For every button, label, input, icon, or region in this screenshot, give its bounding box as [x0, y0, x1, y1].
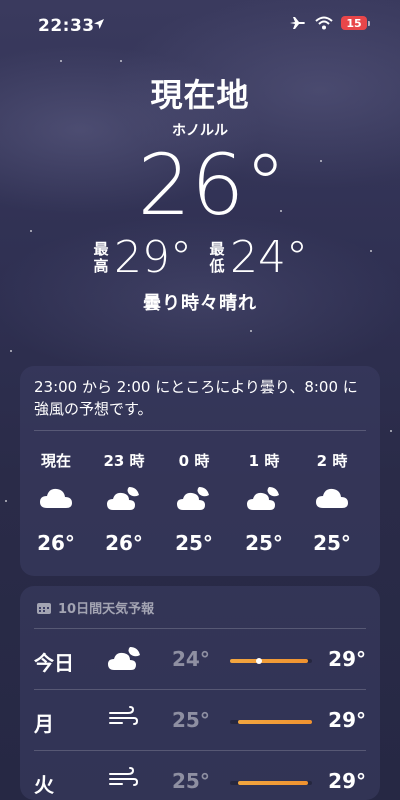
temperature-range-fill [238, 720, 312, 724]
day-high: 29° [328, 647, 366, 671]
hour-item: 0 時 25° [164, 450, 224, 555]
low-label: 最低 [209, 239, 225, 275]
daily-header: 10日間天気予報 [36, 598, 154, 617]
temperature-range-fill [238, 781, 308, 785]
temperature-range-bar [230, 658, 312, 664]
current-temperature: 26° [137, 136, 287, 234]
day-label: 火 [34, 773, 54, 797]
daily-header-label: 10日間天気予報 [58, 602, 155, 617]
temperature-range-fill [230, 659, 308, 663]
cloud-icon [302, 485, 362, 515]
cloud-moon-icon [234, 485, 294, 515]
cloud-icon [26, 485, 86, 515]
current-weather: 現在地 ホノルル 26° 最高 29° 最低 24° 曇り時々晴れ [0, 70, 400, 315]
wind-icon [108, 767, 139, 793]
status-time: 22:33 [38, 16, 95, 36]
day-label: 月 [34, 712, 54, 736]
hour-item: 2 [370, 450, 380, 534]
high-low: 最高 29° 最低 24° [0, 232, 400, 283]
daily-forecast-card[interactable]: 10日間天気予報 今日 24° 29° 月 25° 29° 火 25° 29° [20, 586, 380, 800]
forecast-summary: 23:00 から 2:00 にところにより曇り、8:00 に強風の予想です。 [34, 376, 366, 431]
hour-item: 現在 26° [26, 450, 86, 555]
day-low: 25° [172, 708, 210, 732]
hour-temperature: 25° [313, 531, 351, 555]
cloud-moon-icon [94, 485, 154, 515]
temperature-range-bar [230, 781, 312, 785]
wind-icon [108, 706, 139, 732]
day-label: 今日 [34, 651, 74, 675]
hour-label: 現在 [40, 452, 71, 470]
high-temperature: 29° [114, 232, 192, 283]
hour-temperature: 25° [175, 531, 213, 555]
location-title: 現在地 [150, 76, 250, 114]
hour-label: 0 時 [178, 452, 210, 470]
hour-label: 1 時 [248, 452, 280, 470]
low-temperature: 24° [230, 232, 308, 283]
day-low: 24° [172, 647, 210, 671]
hourly-forecast-card[interactable]: 23:00 から 2:00 にところにより曇り、8:00 に強風の予想です。 現… [20, 366, 380, 576]
hour-label: 23 時 [103, 452, 145, 470]
current-temp-marker [255, 658, 262, 664]
calendar-icon [37, 602, 51, 614]
hour-temperature: 25° [245, 531, 283, 555]
hour-temperature: 26° [37, 531, 75, 555]
location-arrow-icon [94, 19, 104, 29]
daily-row[interactable]: 火 25° 29° [34, 750, 366, 800]
hour-temperature: 26° [105, 531, 143, 555]
battery-indicator: 15 [341, 16, 370, 30]
airplane-icon [290, 17, 305, 29]
hour-item: 2 時 25° [302, 450, 362, 555]
hour-temperature: 2 [370, 510, 380, 534]
condition-text: 曇り時々晴れ [143, 293, 257, 314]
status-bar: 22:33 15 [0, 0, 400, 44]
hour-item: 23 時 26° [94, 450, 154, 555]
day-low: 25° [172, 769, 210, 793]
hour-label: 2 時 [316, 452, 348, 470]
hour-item: 1 時 25° [234, 450, 294, 555]
day-high: 29° [328, 769, 366, 793]
wifi-icon [315, 16, 333, 30]
high-label: 最高 [93, 239, 109, 275]
cloud-moon-icon [164, 485, 224, 515]
daily-row[interactable]: 月 25° 29° [34, 689, 366, 750]
day-high: 29° [328, 708, 366, 732]
hour-icon-placeholder [370, 464, 380, 494]
daily-row[interactable]: 今日 24° 29° [34, 628, 366, 689]
battery-level: 15 [341, 16, 367, 30]
cloud-moon-icon [108, 645, 142, 677]
temperature-range-bar [230, 720, 312, 724]
